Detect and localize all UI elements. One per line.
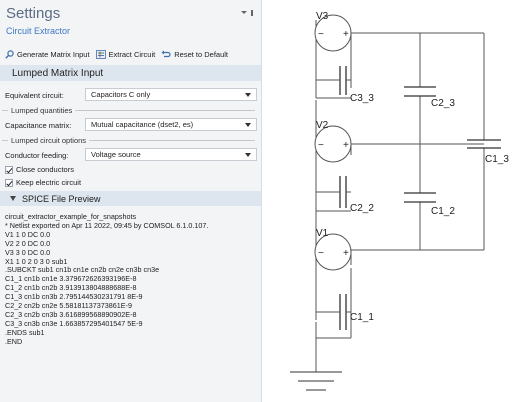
keep-electric-circuit-checkbox[interactable] xyxy=(5,178,13,187)
conductor-feeding-select[interactable]: Voltage source xyxy=(85,148,257,161)
lumped-matrix-input-header[interactable]: Lumped Matrix Input xyxy=(0,65,261,81)
lumped-quantities-label: Lumped quantities xyxy=(11,105,73,115)
divider-rule xyxy=(2,109,8,111)
lumped-matrix-input-title: Lumped Matrix Input xyxy=(12,67,104,79)
search-icon xyxy=(5,49,14,59)
spice-line: .ENDS sub1 xyxy=(5,327,45,337)
generate-matrix-input-button[interactable]: Generate Matrix Input xyxy=(5,50,90,59)
spice-line: .END xyxy=(5,336,23,346)
close-conductors-label: Close conductors xyxy=(16,165,74,174)
conductor-feeding-value: Voltage source xyxy=(91,150,141,159)
label-c3-3: C3_3 xyxy=(350,93,374,104)
lumped-circuit-options-divider: Lumped circuit options xyxy=(0,134,261,146)
pin-menu-icon[interactable] xyxy=(241,9,255,17)
source-minus-sign: − xyxy=(318,248,324,259)
chevron-down-icon xyxy=(245,153,251,157)
extract-circuit-button[interactable]: Extract Circuit xyxy=(95,49,156,59)
keep-electric-circuit-label: Keep electric circuit xyxy=(16,178,82,187)
equivalent-circuit-value: Capacitors C only xyxy=(91,90,151,99)
page-subtitle: Circuit Extractor xyxy=(6,26,71,36)
label-c2-2: C2_2 xyxy=(350,203,374,214)
chevron-down-icon xyxy=(245,93,251,97)
source-minus-sign: − xyxy=(318,29,324,40)
capacitance-matrix-value: Mutual capacitance (dset2, es) xyxy=(91,120,194,129)
conductor-feeding-label: Conductor feeding: xyxy=(5,150,69,160)
close-conductors-row[interactable]: Close conductors xyxy=(0,164,261,175)
label-v2: V2 xyxy=(316,120,329,131)
extract-circuit-label: Extract Circuit xyxy=(108,49,156,59)
close-conductors-checkbox[interactable] xyxy=(5,165,13,174)
lumped-circuit-options-label: Lumped circuit options xyxy=(11,135,87,145)
conductor-feeding-row: Conductor feeding: Voltage source xyxy=(0,146,261,164)
reset-to-default-label: Reset to Default xyxy=(174,49,229,59)
divider-rule xyxy=(89,139,255,141)
spice-file-preview: circuit_extractor_example_for_snapshots *… xyxy=(0,206,261,347)
label-c1-3: C1_3 xyxy=(485,154,509,165)
label-c1-2: C1_2 xyxy=(431,206,455,217)
circuit-schematic: − + − + − + V3 V2 V1 C3_3 C2_3 C1_3 C2_2… xyxy=(290,11,509,391)
spice-file-preview-title: SPICE File Preview xyxy=(22,193,101,204)
panel-header: Settings Circuit Extractor xyxy=(0,0,261,42)
capacitance-matrix-select[interactable]: Mutual capacitance (dset2, es) xyxy=(85,118,257,131)
divider-rule xyxy=(75,109,255,111)
source-plus-sign: + xyxy=(343,248,349,259)
chevron-down-icon xyxy=(245,123,251,127)
source-minus-sign: − xyxy=(318,140,324,151)
equivalent-circuit-label: Equivalent circuit: xyxy=(5,90,64,100)
label-v1: V1 xyxy=(316,228,329,239)
divider-rule xyxy=(2,139,8,141)
source-plus-sign: + xyxy=(343,29,349,40)
ground-symbol xyxy=(290,371,342,391)
label-c1-1: C1_1 xyxy=(350,312,374,323)
settings-panel: Settings Circuit Extractor Generate Matr… xyxy=(0,0,262,402)
reset-to-default-button[interactable]: Reset to Default xyxy=(161,50,228,59)
extract-circuit-icon xyxy=(95,49,106,59)
capacitance-matrix-row: Capacitance matrix: Mutual capacitance (… xyxy=(0,116,261,134)
toolbar: Generate Matrix Input Extract Circuit Re… xyxy=(0,45,261,63)
page-title: Settings xyxy=(6,5,61,22)
keep-electric-circuit-row[interactable]: Keep electric circuit xyxy=(0,177,261,188)
reset-arrow-icon xyxy=(161,50,171,57)
equivalent-circuit-row: Equivalent circuit: Capacitors C only xyxy=(0,86,261,104)
spice-file-preview-header[interactable]: SPICE File Preview xyxy=(0,191,261,206)
equivalent-circuit-select[interactable]: Capacitors C only xyxy=(85,88,257,101)
generate-matrix-input-label: Generate Matrix Input xyxy=(17,49,90,59)
capacitance-matrix-label: Capacitance matrix: xyxy=(5,120,72,130)
collapse-triangle-icon xyxy=(10,196,16,201)
source-plus-sign: + xyxy=(343,140,349,151)
label-v3: V3 xyxy=(316,11,329,22)
lumped-quantities-divider: Lumped quantities xyxy=(0,104,261,116)
label-c2-3: C2_3 xyxy=(431,98,455,109)
